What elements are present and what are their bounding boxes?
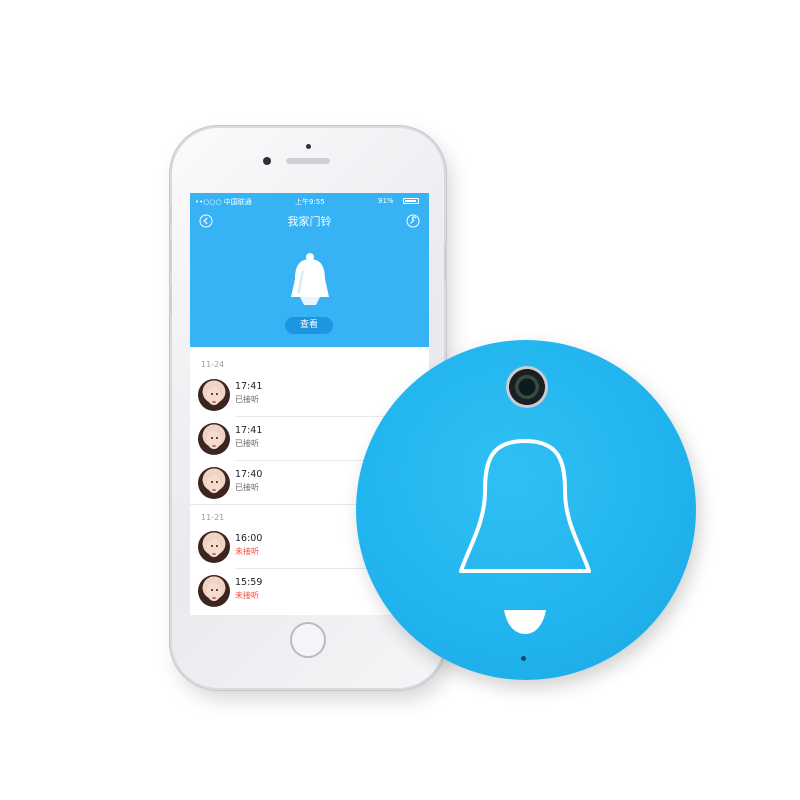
battery-icon — [403, 198, 419, 204]
call-time: 16:00 — [235, 533, 263, 544]
call-status: 未接听 — [235, 547, 259, 556]
header-area: ••○○○ 中国联通 上午9:55 91% 我家门铃 查看 — [190, 193, 429, 347]
clock-label: 上午9:55 — [295, 198, 325, 206]
avatar — [198, 379, 230, 411]
avatar — [198, 423, 230, 455]
home-button[interactable] — [290, 622, 326, 658]
bell-button-icon — [459, 439, 591, 573]
settings-wrench-icon[interactable] — [406, 214, 420, 228]
call-status: 已接听 — [235, 439, 259, 448]
front-camera — [263, 157, 271, 165]
call-time: 15:59 — [235, 577, 263, 588]
volume-down-button — [169, 283, 172, 317]
avatar — [198, 575, 230, 607]
volume-up-button — [169, 240, 172, 274]
call-time: 17:40 — [235, 469, 263, 480]
call-status: 已接听 — [235, 483, 259, 492]
speaker-smile-icon — [504, 610, 546, 634]
call-status: 已接听 — [235, 395, 259, 404]
avatar — [198, 467, 230, 499]
sensor-dot — [306, 144, 311, 149]
battery-percent: 91% — [378, 197, 394, 205]
bell-icon — [291, 253, 329, 305]
mute-switch — [169, 205, 172, 225]
view-button[interactable]: 查看 — [285, 317, 333, 334]
page-title: 我家门铃 — [287, 215, 332, 228]
microphone-hole — [521, 656, 526, 661]
camera-lens-icon — [506, 366, 548, 408]
power-button — [444, 242, 447, 282]
call-time: 17:41 — [235, 381, 263, 392]
earpiece-speaker — [286, 158, 330, 164]
avatar — [198, 531, 230, 563]
call-status: 未接听 — [235, 591, 259, 600]
call-time: 17:41 — [235, 425, 263, 436]
nav-bar: 我家门铃 — [190, 209, 429, 233]
date-header: 11-21 — [201, 513, 225, 522]
carrier-label: ••○○○ 中国联通 — [195, 198, 252, 206]
date-header: 11-24 — [201, 360, 225, 369]
status-bar: ••○○○ 中国联通 上午9:55 91% — [190, 195, 429, 209]
